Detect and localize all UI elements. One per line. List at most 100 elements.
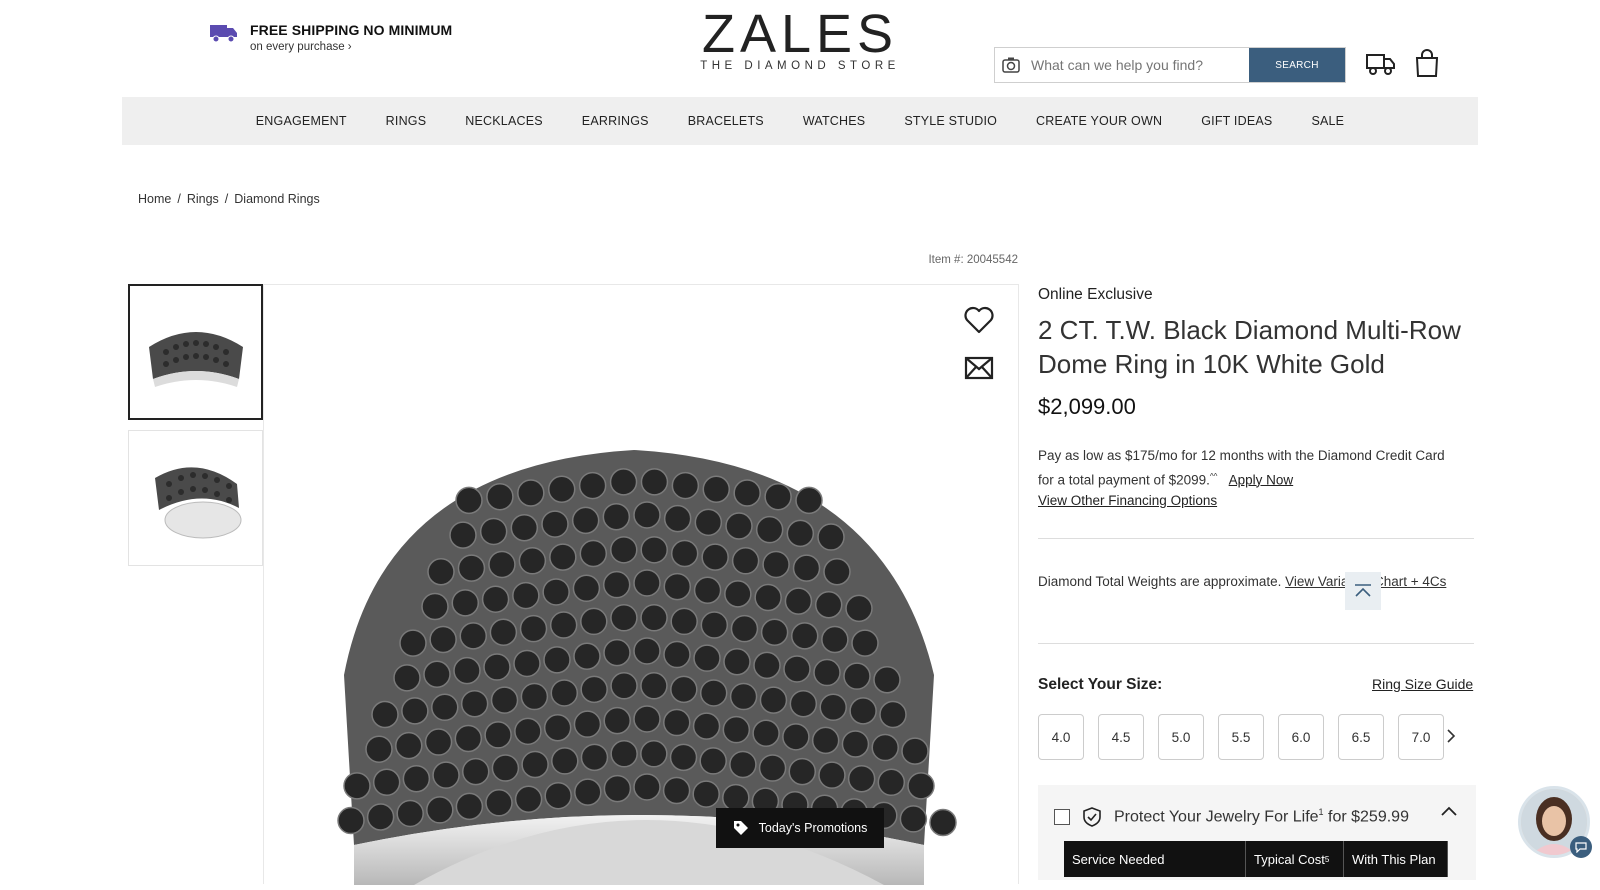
apply-now-link[interactable]: Apply Now <box>1229 472 1294 487</box>
breadcrumb-home[interactable]: Home <box>138 192 171 206</box>
gem-stone <box>427 558 455 586</box>
zales-logo[interactable]: ZALES THE DIAMOND STORE <box>700 6 900 72</box>
gem-stone <box>755 515 784 544</box>
gem-stone <box>549 543 577 571</box>
search-input[interactable] <box>1027 48 1249 82</box>
shipping-subtitle[interactable]: on every purchase › <box>250 41 452 53</box>
gem-stone <box>610 672 638 700</box>
back-to-top-button[interactable] <box>1345 572 1381 610</box>
gem-stone <box>670 675 698 704</box>
breadcrumb: Home / Rings / Diamond Rings <box>138 192 320 206</box>
gem-stone <box>580 607 608 636</box>
gem-stone <box>551 747 579 775</box>
gem-stone <box>811 726 840 755</box>
product-thumbnail-2[interactable] <box>128 430 263 566</box>
gem-stone <box>550 679 579 707</box>
gem-stone <box>873 666 901 694</box>
nav-sale[interactable]: SALE <box>1292 114 1364 128</box>
chevron-up-icon[interactable] <box>1440 805 1458 817</box>
protection-plan-footnote: 1 <box>1318 807 1324 818</box>
gem-stone <box>337 806 365 835</box>
gem-stone <box>762 550 790 579</box>
gem-stone <box>663 640 691 669</box>
gem-stone <box>393 664 421 692</box>
gem-stone <box>365 735 393 763</box>
gem-stone <box>670 607 698 636</box>
gem-stone <box>432 761 460 789</box>
gem-stone <box>663 708 691 737</box>
shopping-bag-icon[interactable] <box>1414 48 1440 78</box>
ring-thumbnail-image <box>148 332 243 387</box>
todays-promotions-button[interactable]: Today's Promotions <box>716 808 884 848</box>
size-option[interactable]: 6.0 <box>1278 714 1324 760</box>
nav-bracelets[interactable]: BRACELETS <box>668 114 783 128</box>
gem-stone <box>609 468 638 496</box>
gem-stone <box>722 715 751 744</box>
breadcrumb-rings[interactable]: Rings <box>187 192 219 206</box>
gem-stone <box>701 543 729 571</box>
gem-stone <box>426 796 454 824</box>
gem-stone <box>813 658 841 687</box>
size-option[interactable]: 5.5 <box>1218 714 1264 760</box>
nav-style-studio[interactable]: STYLE STUDIO <box>885 114 1017 128</box>
col-typical-cost: Typical Cost 5 <box>1246 841 1344 877</box>
gem-stone <box>841 730 870 758</box>
gem-stone <box>671 471 700 500</box>
size-option[interactable]: 7.0 <box>1398 714 1444 760</box>
nav-engagement[interactable]: ENGAGEMENT <box>236 114 366 128</box>
gem-stone <box>431 693 459 722</box>
size-options: 4.0 4.5 5.0 5.5 6.0 6.5 7.0 <box>1038 714 1444 760</box>
size-option[interactable]: 5.0 <box>1158 714 1204 760</box>
gem-stone <box>899 805 928 833</box>
gem-stone <box>520 682 549 711</box>
gem-stone <box>459 622 488 650</box>
ring-size-guide-link[interactable]: Ring Size Guide <box>1372 676 1473 692</box>
chevron-up-icon <box>1355 584 1371 597</box>
col-service-needed: Service Needed <box>1064 841 1246 877</box>
email-share-icon[interactable] <box>964 356 994 380</box>
gem-stone <box>491 754 520 782</box>
camera-search-icon[interactable] <box>995 48 1027 82</box>
gem-stone <box>579 539 608 568</box>
gem-stone <box>510 514 539 542</box>
gem-stone <box>484 721 512 749</box>
search-button[interactable]: SEARCH <box>1249 48 1345 82</box>
gem-stone <box>633 705 661 733</box>
nav-create-your-own[interactable]: CREATE YOUR OWN <box>1017 114 1182 128</box>
nav-necklaces[interactable]: NECKLACES <box>446 114 563 128</box>
nav-rings[interactable]: RINGS <box>366 114 446 128</box>
gem-stone <box>455 792 484 821</box>
gem-stone <box>790 622 819 650</box>
gem-stone <box>514 785 543 813</box>
nav-watches[interactable]: WATCHES <box>783 114 885 128</box>
size-option[interactable]: 4.5 <box>1098 714 1144 760</box>
free-shipping-banner[interactable]: FREE SHIPPING NO MINIMUM on every purcha… <box>210 22 452 53</box>
protection-plan-checkbox[interactable] <box>1054 809 1070 825</box>
chat-bubble-icon[interactable] <box>1570 836 1592 858</box>
nav-earrings[interactable]: EARRINGS <box>562 114 668 128</box>
main-product-image[interactable] <box>263 284 1019 885</box>
gem-stone <box>730 614 759 643</box>
product-title: 2 CT. T.W. Black Diamond Multi-Row Dome … <box>1038 315 1461 379</box>
gem-stone <box>662 776 691 805</box>
nav-gift-ideas[interactable]: GIFT IDEAS <box>1182 114 1292 128</box>
gem-stone <box>543 714 572 742</box>
size-option[interactable]: 4.0 <box>1038 714 1084 760</box>
gem-stone <box>753 651 781 680</box>
gem-stone <box>517 479 545 507</box>
other-financing-link[interactable]: View Other Financing Options <box>1038 493 1217 508</box>
breadcrumb-diamond-rings[interactable]: Diamond Rings <box>234 192 319 206</box>
gem-stone <box>513 649 541 678</box>
gem-stone <box>512 581 540 610</box>
wishlist-heart-icon[interactable] <box>964 306 994 334</box>
delivery-truck-icon[interactable] <box>1366 52 1396 76</box>
gem-stone <box>460 689 489 718</box>
gem-stone <box>640 740 668 768</box>
product-thumbnail-1[interactable] <box>128 284 263 420</box>
gem-stone <box>783 655 811 683</box>
gem-stone <box>424 728 453 756</box>
gem-stone <box>486 482 514 511</box>
chevron-right-icon[interactable] <box>1446 728 1456 744</box>
gem-stone <box>702 475 731 504</box>
size-option[interactable]: 6.5 <box>1338 714 1384 760</box>
